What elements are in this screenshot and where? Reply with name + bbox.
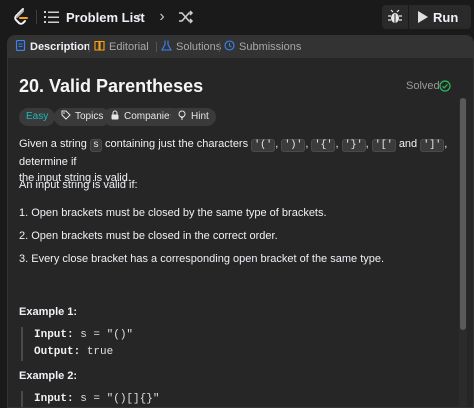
history-icon (224, 40, 235, 51)
tab-editorial[interactable]: Editorial (94, 40, 149, 54)
topics-label: Topics (75, 111, 104, 122)
example-block: Input: s = "()" Output: true (21, 327, 133, 361)
problem-content: 20. Valid Parentheses Solved Easy Topics… (8, 58, 473, 407)
tab-submissions-label: Submissions (239, 41, 302, 53)
valid-intro: An input string is valid if: (19, 179, 138, 191)
scrollbar-thumb[interactable] (460, 98, 466, 330)
tab-submissions[interactable]: Submissions (224, 40, 301, 54)
tab-divider (156, 42, 157, 52)
input-label: Input: (34, 393, 74, 405)
inline-code: ')' (281, 139, 306, 152)
topics-chip[interactable]: Topics (54, 108, 111, 126)
tab-divider (219, 42, 220, 52)
example-title: Example 2: (19, 370, 78, 382)
chevron-left-icon[interactable]: ‹ (132, 9, 146, 25)
inline-code: '{' (311, 139, 336, 152)
rule-item: 3. Every close bracket has a correspondi… (19, 253, 385, 265)
play-icon (418, 11, 428, 23)
rule-item: 2. Open brackets must be closed in the c… (19, 230, 278, 242)
tab-description-label: Description (30, 41, 91, 53)
inline-code: ']' (420, 139, 445, 152)
desc-text: Given a string (19, 138, 87, 150)
desc-text: and (398, 138, 418, 150)
tab-editorial-label: Editorial (109, 41, 149, 53)
document-icon (15, 40, 26, 51)
problem-title: 20. Valid Parentheses (19, 76, 204, 96)
debug-button[interactable] (382, 5, 408, 29)
tab-solutions[interactable]: Solutions (161, 40, 221, 54)
shuffle-icon[interactable] (178, 9, 194, 25)
companies-label: Companies (124, 111, 175, 122)
hint-chip[interactable]: Hint (170, 108, 216, 126)
run-button[interactable]: Run (409, 5, 471, 29)
inline-code: '[' (371, 139, 396, 152)
flask-icon (161, 40, 172, 51)
description-panel: Description Editorial Solutions Submissi… (7, 35, 474, 408)
chevron-right-icon[interactable]: › (155, 9, 169, 25)
tab-solutions-label: Solutions (176, 41, 222, 53)
leetcode-logo-icon[interactable] (11, 7, 31, 27)
book-icon (94, 40, 105, 51)
hint-label: Hint (191, 111, 209, 122)
example-title: Example 1: (19, 306, 78, 318)
check-circle-icon (439, 80, 451, 92)
lock-icon (111, 110, 119, 120)
tab-divider (89, 42, 90, 52)
divider (36, 10, 37, 24)
bug-icon (388, 9, 402, 23)
run-label: Run (433, 10, 459, 25)
output-value: true (86, 346, 114, 358)
inline-code: '(' (251, 139, 276, 152)
top-bar: Problem List ‹ › Run (0, 0, 474, 34)
rule-item: 1. Open brackets must be closed by the s… (19, 207, 327, 219)
input-label: Input: (34, 329, 74, 341)
output-label: Output: (34, 346, 81, 358)
input-value: s = "()[]{}" (80, 393, 160, 405)
list-icon[interactable] (44, 10, 60, 24)
solved-status: Solved (406, 80, 440, 92)
lightbulb-icon (178, 110, 186, 120)
input-value: s = "()" (80, 329, 134, 341)
inline-code: '}' (341, 139, 366, 152)
example-block: Input: s = "()[]{}" (21, 391, 160, 407)
desc-text: containing just the characters (105, 138, 249, 150)
tab-description[interactable]: Description (15, 40, 91, 54)
inline-code: s (89, 139, 102, 152)
tab-bar: Description Editorial Solutions Submissi… (8, 36, 473, 58)
difficulty-badge[interactable]: Easy (19, 108, 56, 126)
tag-icon (61, 110, 71, 120)
